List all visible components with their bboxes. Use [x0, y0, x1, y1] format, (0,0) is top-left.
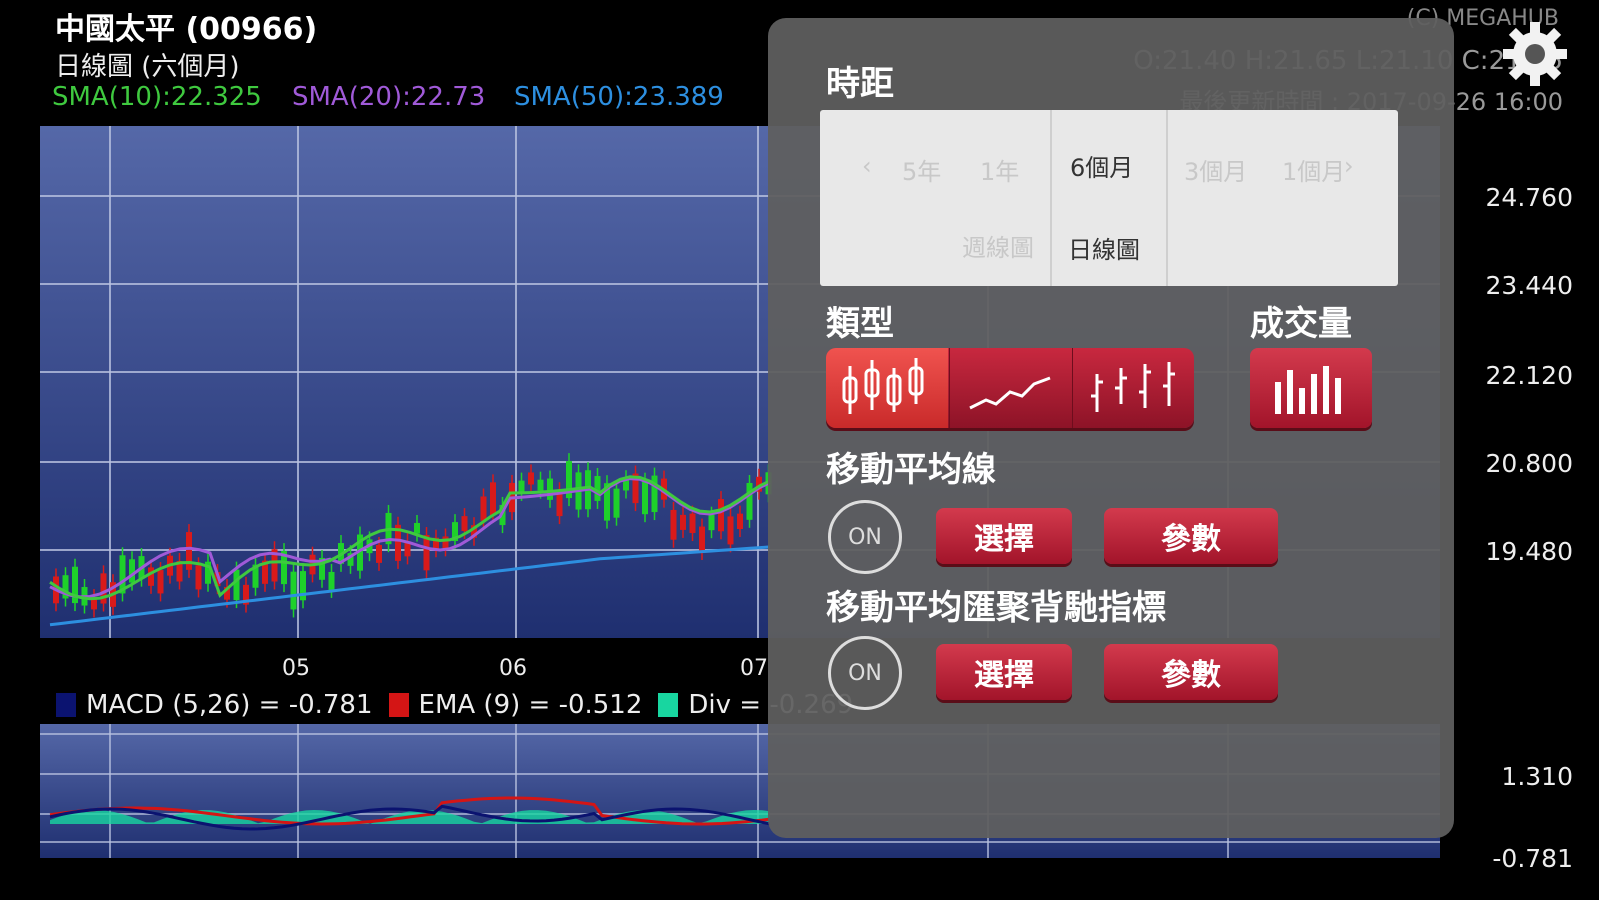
ma-on-toggle[interactable]: ON	[828, 500, 902, 574]
price-tick: 22.120	[1485, 361, 1573, 390]
candle	[119, 547, 126, 602]
candle	[604, 475, 610, 529]
gear-icon[interactable]	[1499, 18, 1571, 90]
price-tick: 24.760	[1485, 183, 1573, 212]
picker-next-icon[interactable]: ›	[1344, 152, 1354, 180]
candlestick-icon	[842, 358, 924, 414]
ma-params-button[interactable]: 參數	[1104, 508, 1278, 564]
line-chart-icon	[969, 376, 1051, 410]
ohlc-bar-icon	[1091, 362, 1175, 412]
volume-toggle-button[interactable]	[1250, 348, 1372, 428]
picker-prev-icon[interactable]: ‹	[862, 152, 872, 180]
candle	[290, 563, 297, 618]
ema-swatch	[388, 693, 409, 717]
chart-settings-panel: 時距 ‹ 5年 1年 6個月 3個月 1個月 › 週線圖 日線圖 類型 成交量	[768, 18, 1454, 838]
chart-type-selector	[826, 348, 1194, 428]
period-option-selected[interactable]: 6個月	[1070, 148, 1133, 183]
month-tick: 07	[740, 656, 768, 681]
macd-legend: MACD (5,26) = -0.781 EMA (9) = -0.512 Di…	[56, 690, 853, 720]
chart-interval-option[interactable]: 週線圖	[962, 228, 1034, 263]
candle	[186, 524, 192, 578]
volume-bars-icon	[1275, 366, 1341, 414]
volume-title: 成交量	[1250, 304, 1352, 344]
period-title: 時距	[826, 64, 894, 104]
stock-title: 中國太平 (00966)	[55, 12, 318, 47]
macd-tick: 1.310	[1501, 762, 1573, 791]
candlestick-type-button[interactable]	[826, 348, 948, 428]
ma-select-button[interactable]: 選擇	[936, 508, 1072, 564]
month-tick: 06	[499, 656, 527, 681]
line-type-button[interactable]	[949, 348, 1072, 428]
period-option[interactable]: 5年	[902, 152, 941, 187]
chart-period-label: 日線圖 (六個月)	[55, 52, 240, 82]
period-picker[interactable]: ‹ 5年 1年 6個月 3個月 1個月 › 週線圖 日線圖	[820, 110, 1398, 286]
picker-divider	[1050, 110, 1052, 286]
ma-title: 移動平均線	[826, 450, 996, 490]
period-option[interactable]: 1年	[980, 152, 1019, 187]
sma10-readout: SMA(10):22.325	[52, 82, 262, 112]
macd-tick: -0.781	[1492, 844, 1573, 873]
macd-value: MACD (5,26) = -0.781	[86, 690, 373, 720]
macd-on-toggle[interactable]: ON	[828, 636, 902, 710]
sma50-readout: SMA(50):23.389	[514, 82, 724, 112]
picker-divider	[1166, 110, 1168, 286]
price-tick: 19.480	[1485, 537, 1573, 566]
period-option[interactable]: 1個月	[1282, 152, 1345, 187]
macd-params-button[interactable]: 參數	[1104, 644, 1278, 700]
price-tick: 20.800	[1485, 449, 1573, 478]
sma20-readout: SMA(20):22.73	[292, 82, 486, 112]
ohlc-type-button[interactable]	[1072, 348, 1194, 428]
macd-select-button[interactable]: 選擇	[936, 644, 1072, 700]
price-tick: 23.440	[1485, 271, 1573, 300]
chart-interval-option-selected[interactable]: 日線圖	[1068, 230, 1140, 265]
period-option[interactable]: 3個月	[1184, 152, 1247, 187]
macd-swatch	[56, 693, 76, 717]
ema-value: EMA (9) = -0.512	[418, 690, 643, 720]
type-title: 類型	[826, 304, 894, 344]
div-swatch	[658, 693, 679, 717]
macd-title: 移動平均匯聚背馳指標	[826, 588, 1166, 628]
month-tick: 05	[282, 656, 310, 681]
